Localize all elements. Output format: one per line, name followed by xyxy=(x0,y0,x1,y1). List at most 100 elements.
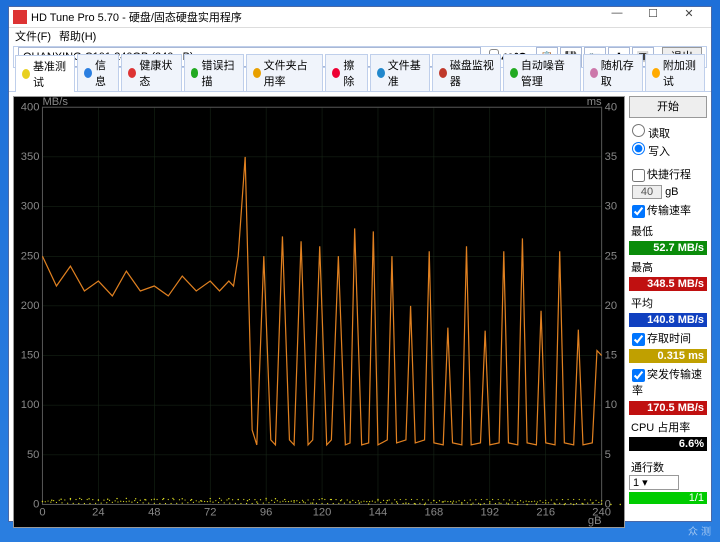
menu-file[interactable]: 文件(F) xyxy=(15,28,51,44)
tab-8[interactable]: 自动噪音管理 xyxy=(503,54,581,91)
svg-text:24: 24 xyxy=(92,507,104,519)
access-value: 0.315 ms xyxy=(629,349,707,363)
close-button[interactable]: ✕ xyxy=(671,7,707,27)
access-time-checkbox[interactable]: 存取时间 xyxy=(629,329,707,347)
short-stroke-unit: gB xyxy=(665,186,678,198)
svg-text:20: 20 xyxy=(605,300,617,312)
tab-5[interactable]: 擦除 xyxy=(325,54,367,91)
svg-text:50: 50 xyxy=(27,449,39,461)
window-title: HD Tune Pro 5.70 - 硬盘/固态硬盘实用程序 xyxy=(31,9,599,25)
start-button[interactable]: 开始 xyxy=(629,96,707,118)
svg-text:200: 200 xyxy=(21,300,40,312)
tab-label: 错误扫描 xyxy=(201,57,236,89)
radio-write[interactable]: 写入 xyxy=(632,142,704,159)
tab-1[interactable]: 信息 xyxy=(77,54,119,91)
short-stroke-input[interactable] xyxy=(632,185,662,199)
tab-icon xyxy=(253,68,261,78)
tab-6[interactable]: 文件基准 xyxy=(370,54,430,91)
tab-label: 健康状态 xyxy=(139,57,174,89)
tab-label: 随机存取 xyxy=(601,57,636,89)
minimize-button[interactable]: — xyxy=(599,7,635,27)
burst-value: 170.5 MB/s xyxy=(629,401,707,415)
titlebar: HD Tune Pro 5.70 - 硬盘/固态硬盘实用程序 — ☐ ✕ xyxy=(9,7,711,28)
benchmark-chart: 0501001502002503003504000510152025303540… xyxy=(13,96,625,528)
runs-label: 通行数 xyxy=(629,459,707,475)
menubar: 文件(F) 帮助(H) xyxy=(9,28,711,44)
maximize-button[interactable]: ☐ xyxy=(635,7,671,27)
svg-text:0: 0 xyxy=(39,507,45,519)
runs-progress: 1/1 xyxy=(629,492,707,504)
tab-icon xyxy=(128,68,136,78)
tab-label: 磁盘监视器 xyxy=(450,57,494,89)
tab-icon xyxy=(377,68,385,78)
svg-text:144: 144 xyxy=(369,507,388,519)
tab-icon xyxy=(84,68,92,78)
svg-text:300: 300 xyxy=(21,201,40,213)
svg-text:10: 10 xyxy=(605,399,617,411)
app-window: HD Tune Pro 5.70 - 硬盘/固态硬盘实用程序 — ☐ ✕ 文件(… xyxy=(8,6,712,522)
svg-text:250: 250 xyxy=(21,250,40,262)
max-value: 348.5 MB/s xyxy=(629,277,707,291)
svg-text:168: 168 xyxy=(425,507,444,519)
watermark: 新浪 众测 xyxy=(688,506,714,538)
radio-read[interactable]: 读取 xyxy=(632,124,704,141)
svg-text:120: 120 xyxy=(313,507,332,519)
tab-icon xyxy=(22,69,30,79)
tab-icon xyxy=(332,68,340,78)
tab-icon xyxy=(510,68,518,78)
svg-text:ms: ms xyxy=(587,97,602,108)
svg-text:25: 25 xyxy=(605,250,617,262)
cpu-value: 6.6% xyxy=(629,437,707,451)
max-label: 最高 xyxy=(629,259,707,275)
app-icon xyxy=(13,10,27,24)
svg-text:15: 15 xyxy=(605,350,617,362)
tab-label: 文件基准 xyxy=(388,57,423,89)
tab-3[interactable]: 错误扫描 xyxy=(184,54,244,91)
svg-text:gB: gB xyxy=(588,515,602,527)
burst-rate-checkbox[interactable]: 突发传输速率 xyxy=(629,365,707,399)
svg-text:30: 30 xyxy=(605,201,617,213)
mode-radio-group: 读取 写入 xyxy=(629,120,707,163)
svg-text:40: 40 xyxy=(605,101,617,113)
svg-text:150: 150 xyxy=(21,350,40,362)
svg-text:MB/s: MB/s xyxy=(42,97,68,108)
content-area: 0501001502002503003504000510152025303540… xyxy=(9,92,711,532)
svg-text:400: 400 xyxy=(21,101,40,113)
tab-label: 基准测试 xyxy=(33,58,68,90)
transfer-rate-checkbox[interactable]: 传输速率 xyxy=(629,201,707,219)
tab-label: 擦除 xyxy=(343,57,360,89)
svg-text:48: 48 xyxy=(148,507,160,519)
svg-text:350: 350 xyxy=(21,151,40,163)
tab-bar: 基准测试信息健康状态错误扫描文件夹占用率擦除文件基准磁盘监视器自动噪音管理随机存… xyxy=(9,70,711,92)
svg-text:216: 216 xyxy=(536,507,555,519)
tab-icon xyxy=(439,68,447,78)
tab-2[interactable]: 健康状态 xyxy=(121,54,181,91)
svg-text:100: 100 xyxy=(21,399,40,411)
tab-label: 信息 xyxy=(95,57,112,89)
svg-text:96: 96 xyxy=(260,507,272,519)
avg-value: 140.8 MB/s xyxy=(629,313,707,327)
cpu-label: CPU 占用率 xyxy=(629,419,707,435)
tab-9[interactable]: 随机存取 xyxy=(583,54,643,91)
side-panel: 开始 读取 写入 快捷行程 gB 传输速率 最低 52.7 MB/s 最高 34… xyxy=(629,96,707,528)
svg-text:192: 192 xyxy=(480,507,499,519)
tab-label: 自动噪音管理 xyxy=(521,57,574,89)
tab-icon xyxy=(652,68,660,78)
min-label: 最低 xyxy=(629,223,707,239)
svg-text:35: 35 xyxy=(605,151,617,163)
avg-label: 平均 xyxy=(629,295,707,311)
tab-label: 文件夹占用率 xyxy=(264,57,317,89)
tab-10[interactable]: 附加测试 xyxy=(645,54,705,91)
svg-text:72: 72 xyxy=(204,507,216,519)
svg-text:5: 5 xyxy=(605,449,611,461)
menu-help[interactable]: 帮助(H) xyxy=(59,28,96,44)
runs-input[interactable]: 1 ▾ xyxy=(629,475,679,490)
tab-4[interactable]: 文件夹占用率 xyxy=(246,54,324,91)
min-value: 52.7 MB/s xyxy=(629,241,707,255)
tab-label: 附加测试 xyxy=(663,57,698,89)
tab-icon xyxy=(590,68,598,78)
tab-7[interactable]: 磁盘监视器 xyxy=(432,54,501,91)
short-stroke-checkbox[interactable]: 快捷行程 xyxy=(629,165,707,183)
tab-0[interactable]: 基准测试 xyxy=(15,55,75,92)
tab-icon xyxy=(191,68,199,78)
